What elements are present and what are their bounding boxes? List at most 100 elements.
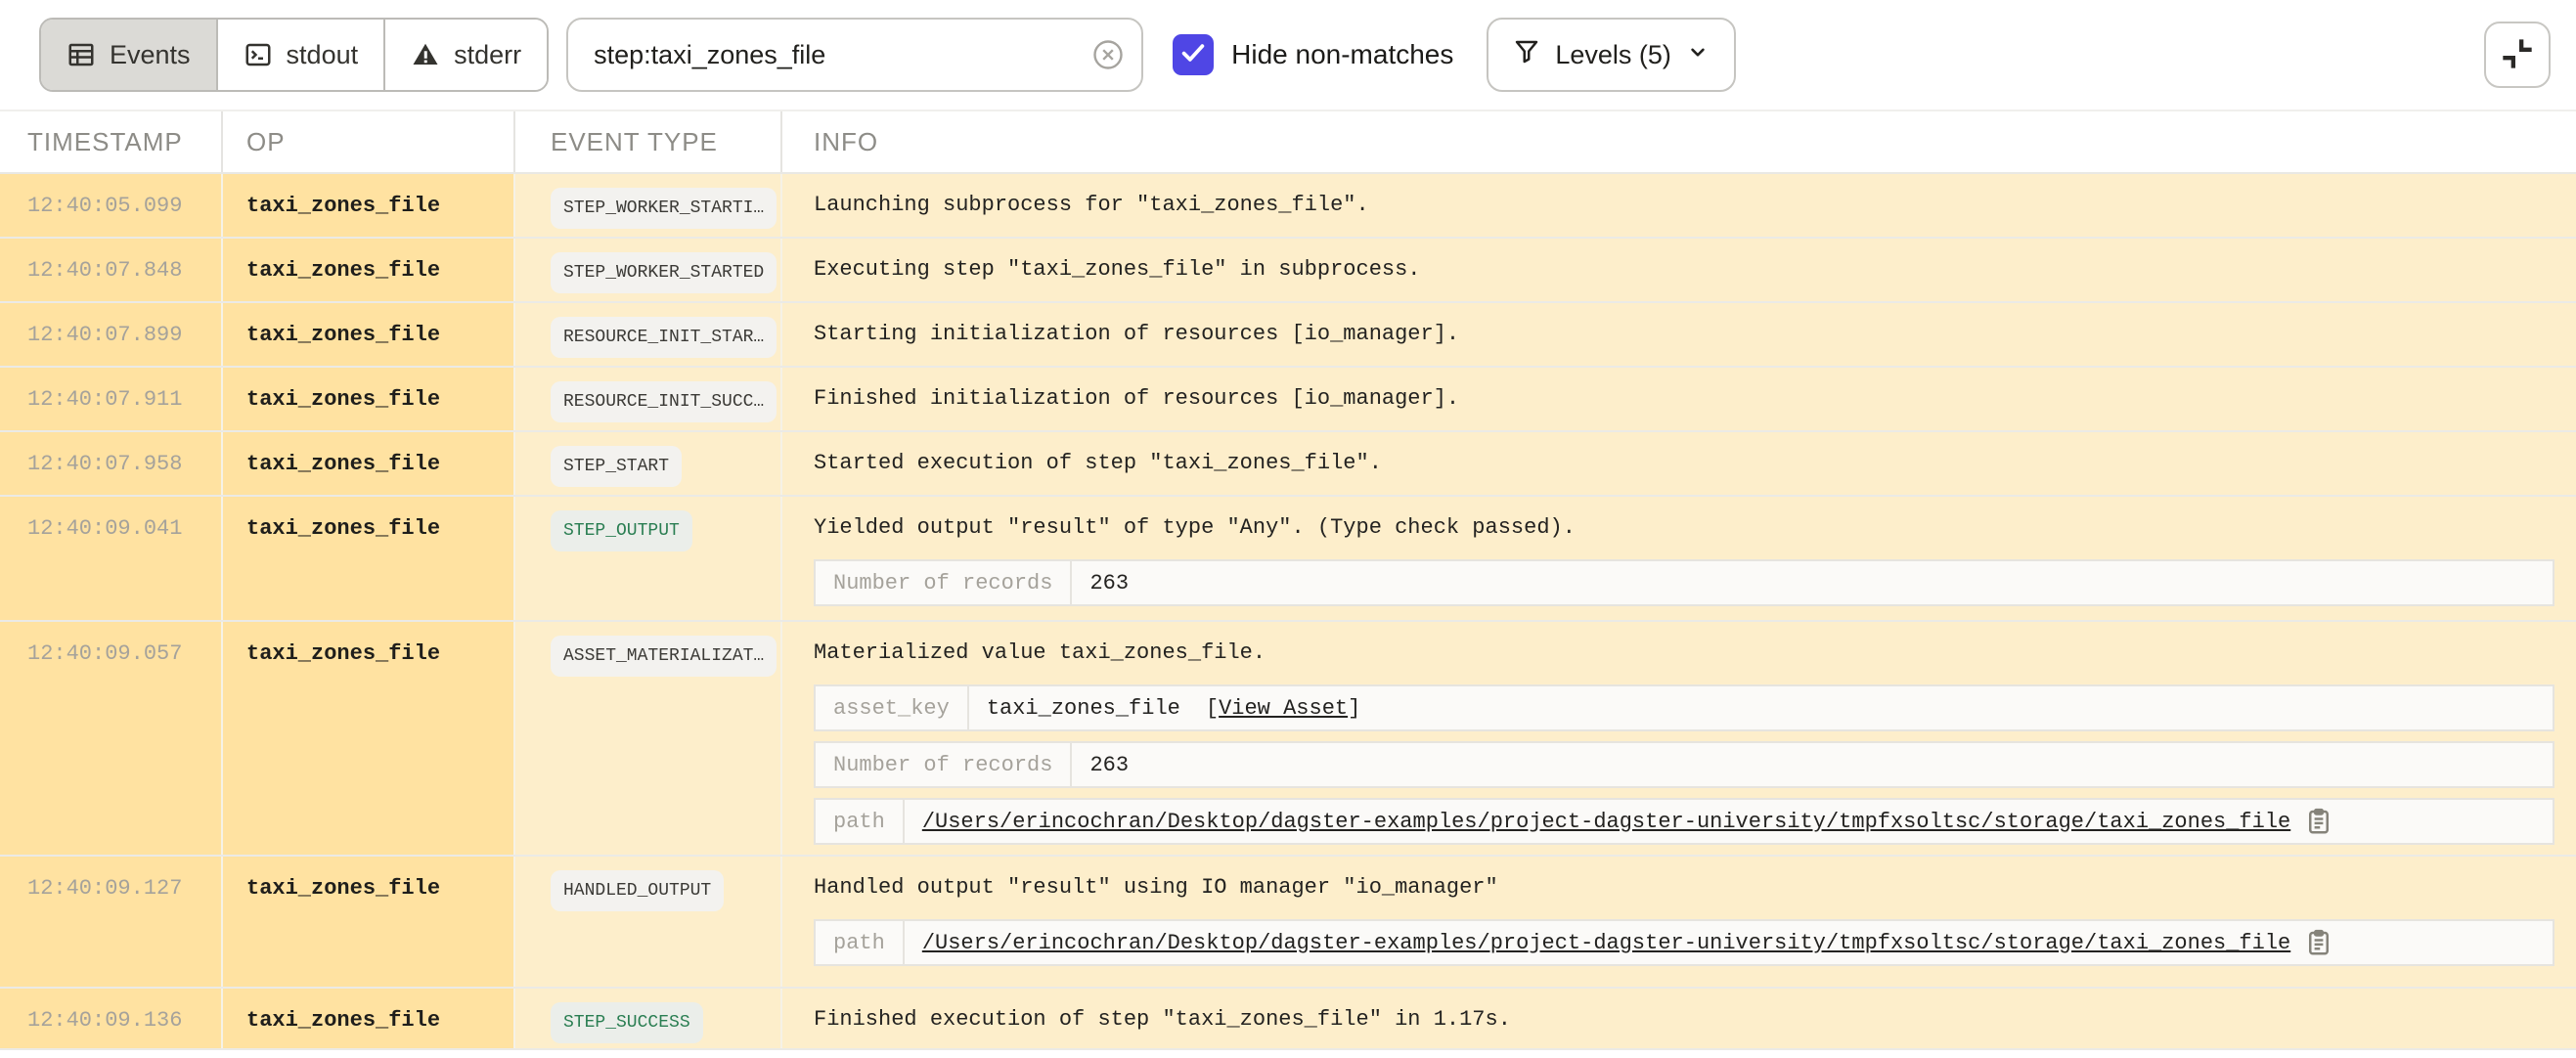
collapse-icon [2498,34,2537,76]
chevron-down-icon [1685,39,1710,71]
table-row[interactable]: 12:40:07.899 taxi_zones_file RESOURCE_IN… [0,303,2576,368]
op-name[interactable]: taxi_zones_file [246,448,513,481]
event-type-badge: STEP_WORKER_STARTED [551,252,777,293]
timestamp: 12:40:07.899 [27,319,221,352]
table-header-row: TIMESTAMP OP EVENT TYPE INFO [0,110,2576,174]
metadata-label: asset_key [816,686,969,729]
event-info: Finished execution of step "taxi_zones_f… [814,1004,2554,1036]
view-asset-bracket-close: ] [1348,696,1360,721]
log-filter-search [566,18,1143,92]
table-row[interactable]: 12:40:07.848 taxi_zones_file STEP_WORKER… [0,239,2576,303]
event-type-badge: STEP_START [551,446,682,487]
metadata-value: 263 [1072,743,2553,786]
timestamp: 12:40:07.911 [27,383,221,417]
table-row[interactable]: 12:40:09.127 taxi_zones_file HANDLED_OUT… [0,857,2576,989]
next-row-edge [0,1050,2576,1058]
metadata-label: path [816,800,905,843]
table-icon [67,40,96,69]
levels-filter-button[interactable]: Levels (5) [1487,18,1736,92]
tab-stdout-label: stdout [287,40,359,70]
event-type-badge: STEP_WORKER_STARTI… [551,188,777,229]
table-row[interactable]: 12:40:07.958 taxi_zones_file STEP_START … [0,432,2576,497]
event-info: Materialized value taxi_zones_file. [814,638,2554,669]
table-row[interactable]: 12:40:07.911 taxi_zones_file RESOURCE_IN… [0,368,2576,432]
copy-path-button[interactable] [2304,807,2333,836]
tab-events[interactable]: Events [41,20,218,90]
header-timestamp: TIMESTAMP [0,111,223,172]
metadata-entry: Number of records 263 [814,559,2554,606]
tab-events-label: Events [110,40,191,70]
event-info: Finished initialization of resources [io… [814,383,2554,415]
metadata-label: Number of records [816,743,1072,786]
collapse-panel-button[interactable] [2484,22,2551,88]
checkmark-icon [1178,38,1208,72]
event-type-badge: STEP_SUCCESS [551,1002,703,1043]
tab-stderr-label: stderr [454,40,521,70]
op-name[interactable]: taxi_zones_file [246,254,513,287]
tab-stdout[interactable]: stdout [218,20,386,90]
event-info: Started execution of step "taxi_zones_fi… [814,448,2554,479]
view-asset-bracket-open: [ [1206,696,1219,721]
op-name[interactable]: taxi_zones_file [246,872,513,905]
header-info: INFO [782,111,2576,172]
warning-icon [411,40,440,69]
circle-x-icon [1090,61,1126,75]
op-name[interactable]: taxi_zones_file [246,512,513,546]
path-link[interactable]: /Users/erincochran/Desktop/dagster-examp… [922,810,2290,834]
toolbar: Events stdout [0,0,2576,110]
levels-filter-label: Levels (5) [1555,40,1671,70]
hide-non-matches-label: Hide non-matches [1231,39,1453,70]
search-input[interactable] [566,18,1143,92]
op-name[interactable]: taxi_zones_file [246,1004,513,1037]
clipboard-icon [2304,824,2333,839]
log-view-tabs: Events stdout [39,18,549,92]
hide-non-matches-control: Hide non-matches [1173,34,1453,75]
copy-path-button[interactable] [2304,928,2333,957]
metadata-entry-records: Number of records 263 [814,741,2554,788]
table-row[interactable]: 12:40:09.136 taxi_zones_file STEP_SUCCES… [0,989,2576,1050]
timestamp: 12:40:09.041 [27,512,221,546]
asset-key-value: taxi_zones_file [987,696,1180,721]
event-info: Yielded output "result" of type "Any". (… [814,512,2554,544]
event-type-badge: ASSET_MATERIALIZAT… [551,636,777,677]
op-name[interactable]: taxi_zones_file [246,638,513,671]
terminal-icon [244,40,273,69]
timestamp: 12:40:07.848 [27,254,221,287]
view-asset-link[interactable]: View Asset [1219,696,1348,721]
event-type-badge: RESOURCE_INIT_STAR… [551,317,777,358]
event-log-table: TIMESTAMP OP EVENT TYPE INFO 12:40:05.09… [0,110,2576,1058]
event-info: Handled output "result" using IO manager… [814,872,2554,904]
timestamp: 12:40:09.136 [27,1004,221,1037]
metadata-label: path [816,921,905,964]
metadata-entry-asset-key: asset_key taxi_zones_file [View Asset] [814,684,2554,731]
timestamp: 12:40:07.958 [27,448,221,481]
header-op: OP [223,111,515,172]
metadata-entry-path: path /Users/erincochran/Desktop/dagster-… [814,798,2554,845]
event-info: Launching subprocess for "taxi_zones_fil… [814,190,2554,221]
op-name[interactable]: taxi_zones_file [246,383,513,417]
event-type-badge: HANDLED_OUTPUT [551,870,724,911]
tab-stderr[interactable]: stderr [385,20,547,90]
event-log-window: Events stdout [0,0,2576,1058]
timestamp: 12:40:05.099 [27,190,221,223]
event-type-badge: STEP_OUTPUT [551,510,692,551]
timestamp: 12:40:09.057 [27,638,221,671]
funnel-icon [1512,37,1541,73]
event-info: Starting initialization of resources [io… [814,319,2554,350]
metadata-value: 263 [1072,561,2553,604]
hide-non-matches-checkbox[interactable] [1173,34,1214,75]
timestamp: 12:40:09.127 [27,872,221,905]
metadata-label: Number of records [816,561,1072,604]
table-row[interactable]: 12:40:09.041 taxi_zones_file STEP_OUTPUT… [0,497,2576,622]
metadata-entry-path: path /Users/erincochran/Desktop/dagster-… [814,919,2554,966]
event-info: Executing step "taxi_zones_file" in subp… [814,254,2554,286]
event-type-badge: RESOURCE_INIT_SUCC… [551,381,777,422]
clear-search-button[interactable] [1090,37,1126,72]
table-row[interactable]: 12:40:09.057 taxi_zones_file ASSET_MATER… [0,622,2576,857]
op-name[interactable]: taxi_zones_file [246,190,513,223]
table-row[interactable]: 12:40:05.099 taxi_zones_file STEP_WORKER… [0,174,2576,239]
op-name[interactable]: taxi_zones_file [246,319,513,352]
clipboard-icon [2304,946,2333,960]
header-event-type: EVENT TYPE [515,111,782,172]
path-link[interactable]: /Users/erincochran/Desktop/dagster-examp… [922,931,2290,955]
